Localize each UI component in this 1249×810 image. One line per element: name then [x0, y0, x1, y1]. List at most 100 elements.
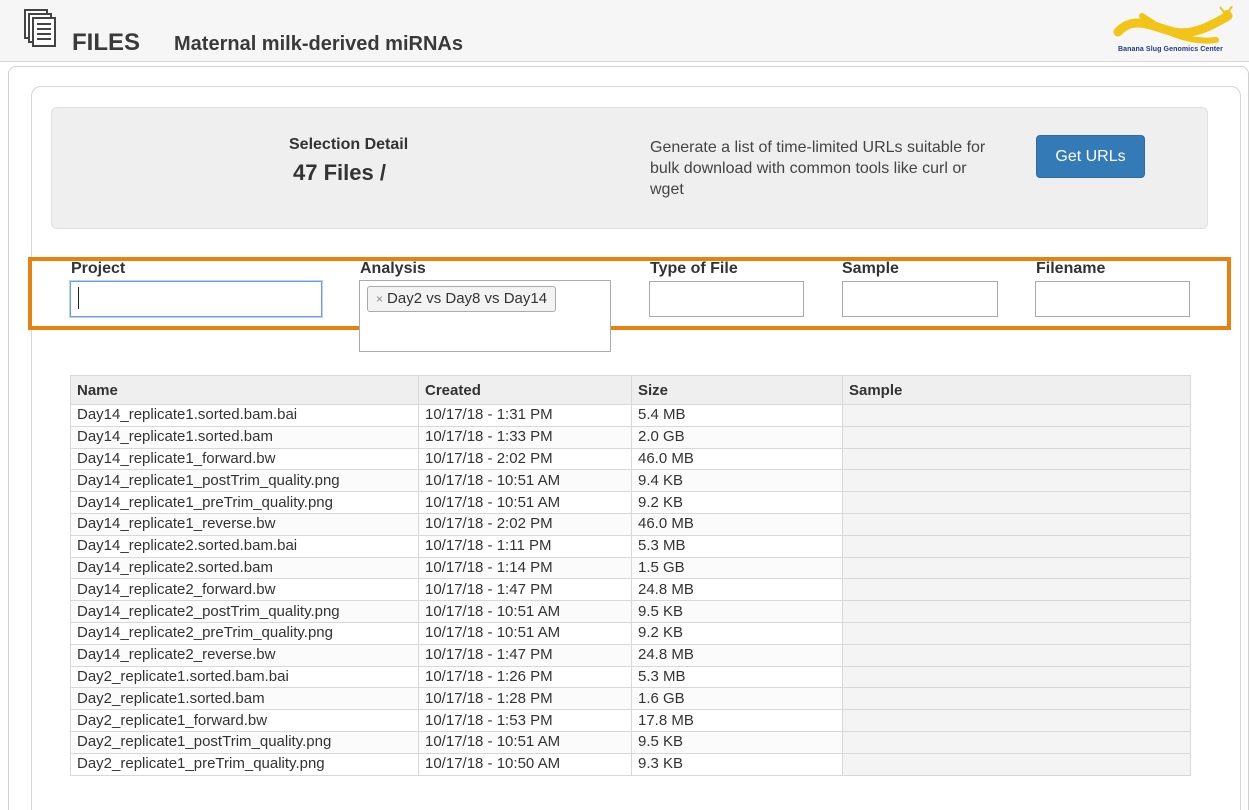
cell-sample [842, 643, 1191, 667]
cell-created: 10/17/18 - 1:31 PM [418, 404, 632, 427]
cell-name: Day14_replicate2.sorted.bam [70, 556, 419, 580]
cell-created: 10/17/18 - 1:26 PM [418, 665, 632, 689]
table-row[interactable]: Day14_replicate2_preTrim_quality.png 10/1… [70, 621, 1191, 645]
cell-created: 10/17/18 - 10:51 AM [418, 600, 632, 623]
cell-size: 9.5 KB [631, 730, 843, 754]
cell-sample [842, 556, 1191, 580]
cell-created: 10/17/18 - 1:14 PM [418, 556, 632, 580]
cell-sample [842, 752, 1191, 776]
cell-name: Day14_replicate1.sorted.bam [70, 425, 419, 449]
cell-sample [842, 491, 1191, 514]
files-table-container: Name Created Size Sample Day14_replicate… [70, 375, 1191, 810]
cell-size: 2.0 GB [631, 425, 843, 449]
cell-created: 10/17/18 - 10:51 AM [418, 621, 632, 645]
get-urls-button[interactable]: Get URLs [1036, 135, 1145, 178]
table-row[interactable]: Day14_replicate2_postTrim_quality.png 10/… [70, 600, 1191, 623]
project-input[interactable] [70, 281, 322, 317]
cell-size: 5.4 MB [631, 404, 843, 427]
cell-size: 46.0 MB [631, 447, 843, 471]
remove-chip-icon[interactable]: × [376, 292, 383, 306]
cell-created: 10/17/18 - 1:28 PM [418, 687, 632, 711]
cell-sample [842, 425, 1191, 449]
logo-text: Banana Slug Genomics Center [1118, 46, 1224, 53]
project-label: Project [71, 260, 126, 277]
cell-size: 9.3 KB [631, 752, 843, 776]
page-header: FILES Maternal milk-derived miRNAs Banan… [0, 0, 1249, 62]
cell-created: 10/17/18 - 10:51 AM [418, 491, 632, 514]
cell-sample [842, 469, 1191, 493]
cell-size: 5.3 MB [631, 534, 843, 558]
table-row[interactable]: Day14_replicate2.sorted.bam.bai 10/17/18 … [70, 534, 1191, 558]
cell-created: 10/17/18 - 1:11 PM [418, 534, 632, 558]
cell-name: Day14_replicate2_forward.bw [70, 578, 419, 602]
cell-name: Day14_replicate1_preTrim_quality.png [70, 491, 419, 514]
cell-name: Day14_replicate1_postTrim_quality.png [70, 469, 419, 493]
cell-sample [842, 534, 1191, 558]
cell-name: Day2_replicate1_postTrim_quality.png [70, 730, 419, 754]
type-of-file-input[interactable] [649, 281, 804, 317]
cell-name: Day14_replicate2_preTrim_quality.png [70, 621, 419, 645]
selection-description: Generate a list of time-limited URLs sui… [650, 139, 986, 198]
selection-panel [51, 107, 1208, 229]
cell-name: Day2_replicate1.sorted.bam.bai [70, 665, 419, 689]
cell-sample [842, 447, 1191, 471]
column-header-name[interactable]: Name [70, 375, 419, 405]
analysis-chip[interactable]: × Day2 vs Day8 vs Day14 [367, 286, 557, 312]
table-row[interactable]: Day14_replicate1.sorted.bam.bai 10/17/18 … [70, 404, 1191, 427]
table-row[interactable]: Day14_replicate1_reverse.bw 10/17/18 - 2:… [70, 512, 1191, 536]
table-row[interactable]: Day2_replicate1_postTrim_quality.png 10/1… [70, 730, 1191, 754]
page-title: FILES [72, 29, 141, 56]
cell-created: 10/17/18 - 1:47 PM [418, 643, 632, 667]
cell-size: 24.8 MB [631, 643, 843, 667]
sample-input[interactable] [842, 281, 998, 317]
cell-name: Day2_replicate1.sorted.bam [70, 687, 419, 711]
table-row[interactable]: Day14_replicate1.sorted.bam 10/17/18 - 1:… [70, 425, 1191, 449]
table-row[interactable]: Day2_replicate1_preTrim_quality.png 10/17… [70, 752, 1191, 776]
cell-created: 10/17/18 - 10:50 AM [418, 752, 632, 776]
table-row[interactable]: Day2_replicate1.sorted.bam 10/17/18 - 1:2… [70, 687, 1191, 711]
cell-sample [842, 578, 1191, 602]
cell-size: 17.8 MB [631, 709, 843, 732]
table-row[interactable]: Day2_replicate1.sorted.bam.bai 10/17/18 -… [70, 665, 1191, 689]
table-row[interactable]: Day14_replicate1_preTrim_quality.png 10/1… [70, 491, 1191, 514]
column-header-size[interactable]: Size [631, 375, 843, 405]
cell-sample [842, 665, 1191, 689]
cell-sample [842, 730, 1191, 754]
table-header-row: Name Created Size Sample [70, 375, 1191, 405]
column-header-sample[interactable]: Sample [842, 375, 1191, 405]
text-caret [78, 287, 79, 309]
table-row[interactable]: Day2_replicate1_forward.bw 10/17/18 - 1:5… [70, 709, 1191, 732]
column-header-created[interactable]: Created [418, 375, 632, 405]
cell-created: 10/17/18 - 2:02 PM [418, 512, 632, 536]
cell-sample [842, 600, 1191, 623]
cell-size: 9.5 KB [631, 600, 843, 623]
cell-name: Day14_replicate1_reverse.bw [70, 512, 419, 536]
filename-input[interactable] [1035, 281, 1190, 317]
cell-size: 5.3 MB [631, 665, 843, 689]
cell-name: Day14_replicate1_forward.bw [70, 447, 419, 471]
table-row[interactable]: Day14_replicate2_reverse.bw 10/17/18 - 1:… [70, 643, 1191, 667]
files-icon [24, 9, 56, 47]
analysis-chip-label: Day2 vs Day8 vs Day14 [387, 290, 548, 307]
table-row[interactable]: Day14_replicate1_postTrim_quality.png 10/… [70, 469, 1191, 493]
cell-size: 24.8 MB [631, 578, 843, 602]
cell-size: 9.2 KB [631, 621, 843, 645]
cell-sample [842, 687, 1191, 711]
selection-title: Selection Detail [289, 136, 409, 153]
cell-name: Day2_replicate1_forward.bw [70, 709, 419, 732]
table-row[interactable]: Day14_replicate1_forward.bw 10/17/18 - 2:… [70, 447, 1191, 471]
cell-sample [842, 512, 1191, 536]
cell-name: Day2_replicate1_preTrim_quality.png [70, 752, 419, 776]
analysis-label: Analysis [360, 260, 426, 277]
cell-created: 10/17/18 - 10:51 AM [418, 469, 632, 493]
selection-count: 47 Files / [293, 160, 386, 185]
cell-created: 10/17/18 - 10:51 AM [418, 730, 632, 754]
table-row[interactable]: Day14_replicate2.sorted.bam 10/17/18 - 1:… [70, 556, 1191, 580]
cell-size: 1.5 GB [631, 556, 843, 580]
type-of-file-label: Type of File [650, 260, 738, 277]
cell-name: Day14_replicate2.sorted.bam.bai [70, 534, 419, 558]
cell-sample [842, 621, 1191, 645]
filename-label: Filename [1036, 260, 1106, 277]
cell-created: 10/17/18 - 2:02 PM [418, 447, 632, 471]
table-row[interactable]: Day14_replicate2_forward.bw 10/17/18 - 1:… [70, 578, 1191, 602]
